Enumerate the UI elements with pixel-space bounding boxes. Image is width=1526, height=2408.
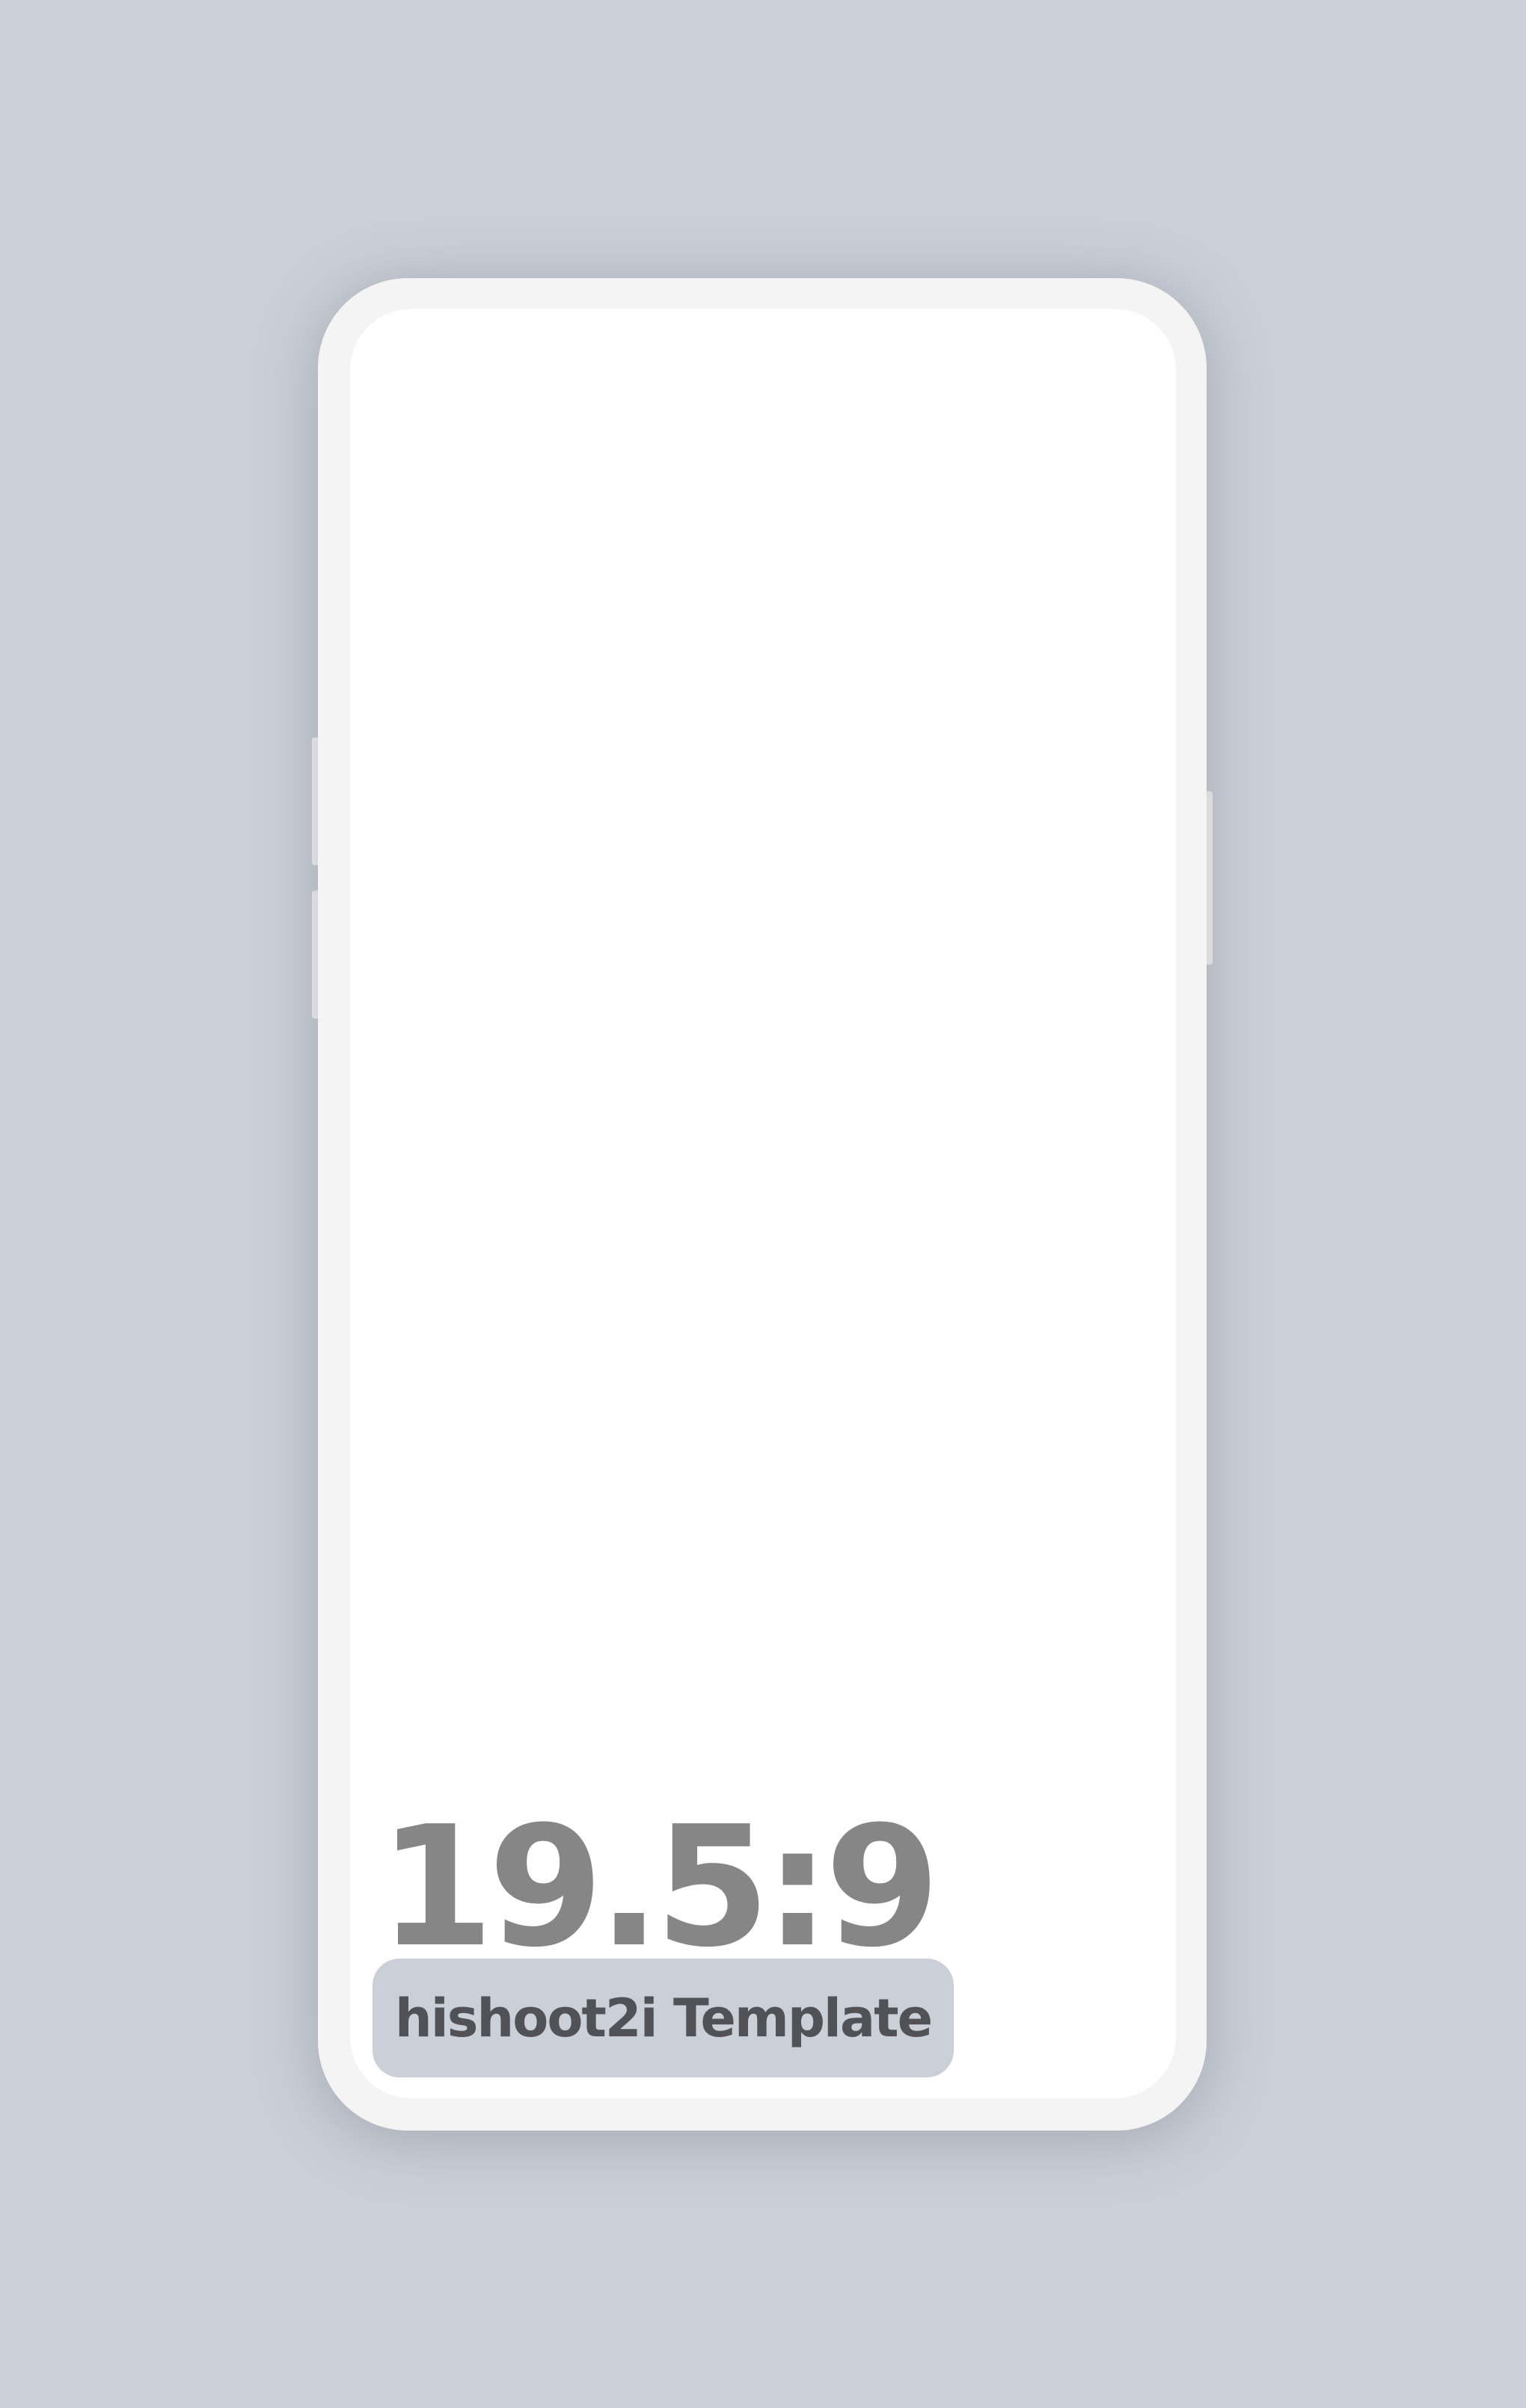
aspect-ratio-label: 19.5:9 bbox=[379, 1791, 940, 1984]
phone-frame: 19.5:9 hishoot2i Template bbox=[318, 278, 1207, 2131]
template-badge-label: hishoot2i Template bbox=[394, 1987, 933, 2049]
template-badge: hishoot2i Template bbox=[373, 1959, 954, 2077]
phone-screen: 19.5:9 hishoot2i Template bbox=[350, 309, 1176, 2098]
